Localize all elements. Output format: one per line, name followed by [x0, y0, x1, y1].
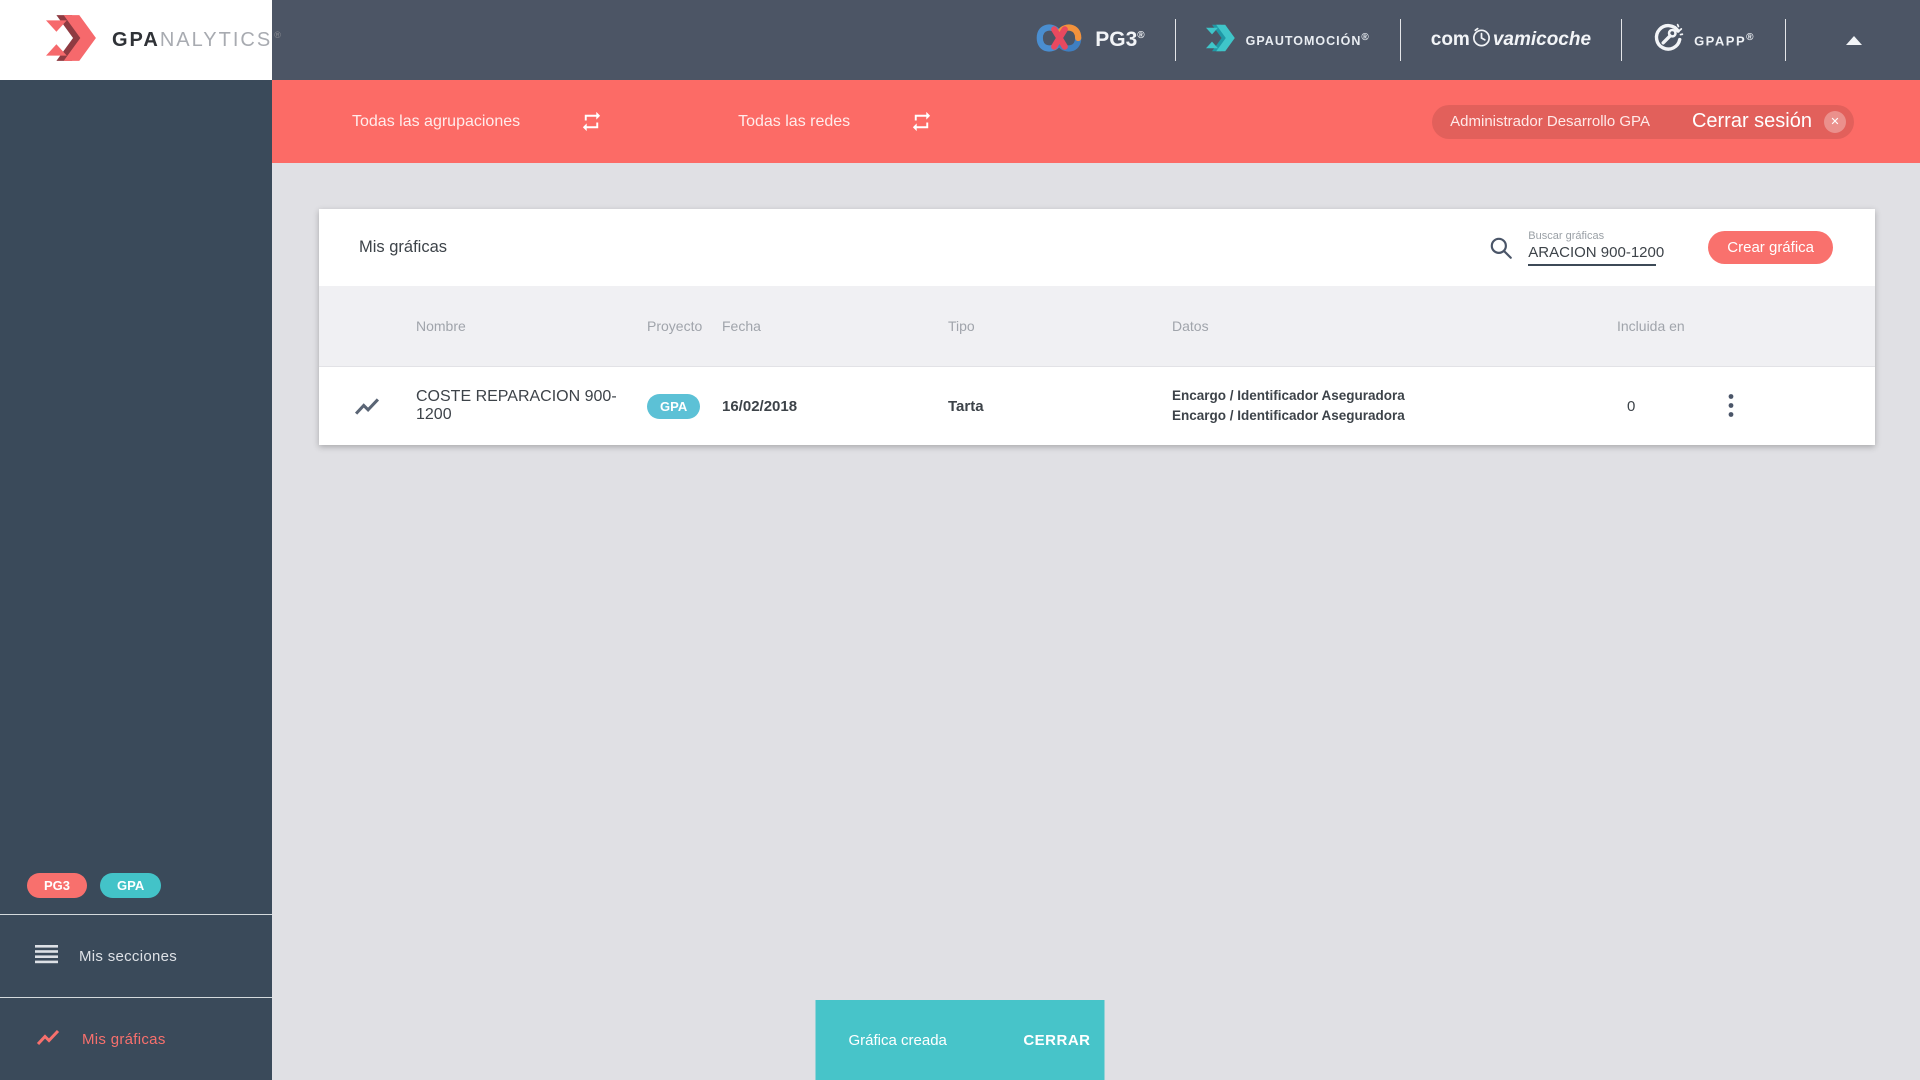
sidebar-item-mis-graficas[interactable]: Mis gráficas — [0, 998, 272, 1080]
sidebar-badges: PG3 GPA — [0, 873, 272, 914]
row-menu-icon[interactable] — [1719, 393, 1743, 419]
header-datos: Datos — [1172, 318, 1209, 334]
datos-line-1: Encargo / Identificador Aseguradora — [1172, 388, 1405, 404]
proyecto-badge: GPA — [647, 393, 701, 419]
table-header: Nombre Proyecto Fecha Tipo Datos Incluid… — [319, 286, 1875, 367]
cell-fecha: 16/02/2018 — [722, 397, 798, 415]
topbar-divider — [1174, 19, 1176, 61]
cell-nombre: COSTE REPARACION 900-1200 — [416, 388, 617, 423]
collapse-caret-icon[interactable] — [1846, 35, 1862, 45]
topbar-divider — [1621, 19, 1623, 61]
agrupaciones-label: Todas las agrupaciones — [352, 112, 521, 130]
snackbar: Gráfica creada CERRAR — [815, 1000, 1105, 1080]
snackbar-message: Gráfica creada — [848, 1031, 947, 1049]
partner-logos: PG3® GPAUTOMOCIÓN® com vamicoche GPAPP® — [1035, 19, 1920, 61]
top-bar: GPANALYTICS ® PG3® GPAUTOMOCIÓN® com vam… — [0, 0, 1920, 80]
header-incluida-en: Incluida en — [1617, 318, 1685, 334]
user-name: Administrador Desarrollo GPA — [1450, 113, 1650, 130]
create-chart-button[interactable]: Crear gráfica — [1708, 231, 1833, 264]
line-chart-icon — [35, 1026, 61, 1053]
search-input-label: Buscar gráficas — [1528, 229, 1605, 242]
logout-close-icon[interactable]: ✕ — [1824, 110, 1846, 133]
pg3-infinity-icon — [1035, 22, 1083, 59]
gpa-badge[interactable]: GPA — [100, 873, 162, 898]
user-session-pill: Administrador Desarrollo GPA Cerrar sesi… — [1432, 104, 1854, 139]
cell-tipo: Tarta — [948, 397, 984, 415]
pg3-badge[interactable]: PG3 — [27, 873, 88, 898]
gpapp-logo[interactable]: GPAPP® — [1652, 22, 1755, 59]
header-tipo: Tipo — [948, 318, 975, 334]
sidebar-item-label: Mis gráficas — [82, 1030, 166, 1048]
brand-wordmark: GPANALYTICS ® — [112, 28, 283, 51]
gpa-analytics-logo[interactable]: GPANALYTICS ® — [0, 0, 281, 80]
chart-type-icon — [319, 394, 416, 418]
datos-line-2: Encargo / Identificador Aseguradora — [1172, 408, 1405, 423]
redes-label: Todas las redes — [738, 112, 851, 130]
header-nombre: Nombre — [416, 318, 466, 334]
mis-graficas-card: Mis gráficas Buscar gráficas ARACION 900… — [319, 209, 1875, 445]
snackbar-close-button[interactable]: CERRAR — [1023, 1032, 1090, 1049]
sidebar: PG3 GPA Mis secciones Mis gráficas — [0, 80, 272, 1080]
pg3-logo[interactable]: PG3® — [1035, 22, 1145, 59]
sidebar-item-label: Mis secciones — [79, 947, 178, 965]
card-header-actions: Buscar gráficas ARACION 900-1200 Crear g… — [1488, 230, 1875, 266]
menu-icon — [35, 944, 58, 969]
page-title: Mis gráficas — [359, 238, 448, 256]
card-header: Mis gráficas Buscar gráficas ARACION 900… — [319, 209, 1875, 286]
gpautomocion-arrow-icon — [1205, 24, 1236, 57]
clock-icon — [1470, 26, 1493, 54]
table-row[interactable]: COSTE REPARACION 900-1200 GPA 16/02/2018… — [319, 367, 1875, 445]
topbar-divider — [1785, 19, 1786, 61]
search-input[interactable]: Buscar gráficas ARACION 900-1200 — [1528, 229, 1664, 266]
gpautomocion-logo[interactable]: GPAUTOMOCIÓN® — [1205, 24, 1370, 57]
swap-redes-icon[interactable] — [910, 110, 933, 133]
search-icon[interactable] — [1488, 235, 1514, 261]
search-input-value: ARACION 900-1200 — [1528, 243, 1665, 261]
gpapp-wrench-icon — [1652, 22, 1684, 59]
topbar-divider — [1399, 19, 1401, 61]
header-fecha: Fecha — [722, 318, 761, 334]
swap-agrupaciones-icon[interactable] — [580, 110, 603, 133]
cell-incluida-en: 0 — [1627, 397, 1636, 415]
sidebar-item-mis-secciones[interactable]: Mis secciones — [0, 915, 272, 997]
main-content: Mis gráficas Buscar gráficas ARACION 900… — [272, 163, 1920, 1080]
filter-bar: Todas las agrupaciones Todas las redes A… — [272, 80, 1920, 163]
cell-datos: Encargo / Identificador Aseguradora Enca… — [1172, 386, 1617, 425]
gpa-analytics-arrow-icon — [46, 14, 98, 66]
cell-proyecto: GPA — [647, 393, 722, 419]
header-proyecto: Proyecto — [647, 318, 703, 334]
logout-button[interactable]: Cerrar sesión — [1692, 110, 1812, 133]
comprovamicoche-logo[interactable]: com vamicoche — [1431, 26, 1591, 54]
